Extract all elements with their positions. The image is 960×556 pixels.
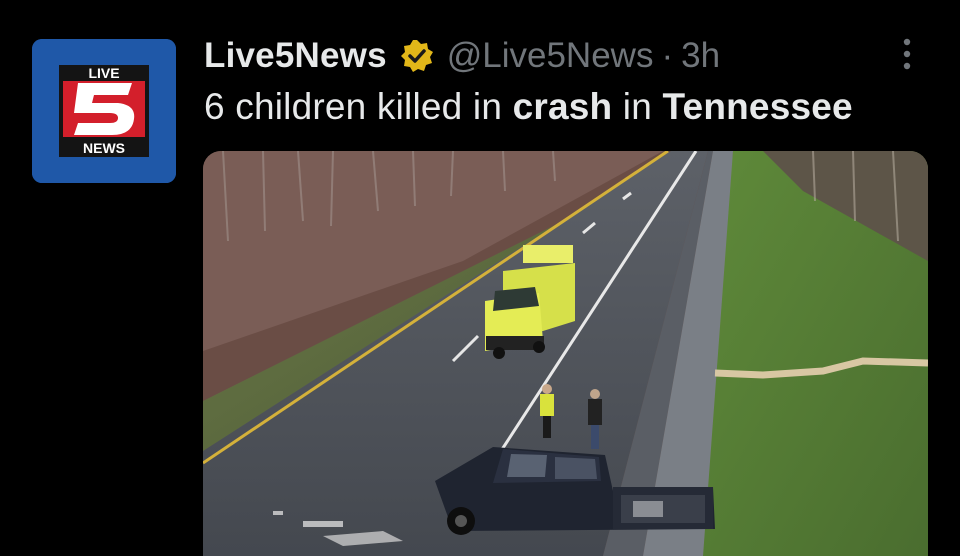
logo-five-glyph [74,83,135,135]
tweet-text-bold-crash: crash [512,86,613,127]
user-handle[interactable]: @Live5News [447,36,654,76]
tweet-text-part-3: in [612,86,663,127]
tweet-header: Live5News @Live5News · 3h [204,34,720,78]
avatar[interactable]: LIVE NEWS [32,39,176,183]
tweet-text: 6 children killed in crash in Tennessee [204,86,853,128]
verified-badge-icon[interactable] [399,38,435,74]
header-separator: · [661,36,674,75]
more-options-icon[interactable] [895,36,919,76]
timestamp[interactable]: 3h [681,36,720,76]
avatar-top-label: LIVE [88,65,119,81]
tweet[interactable]: LIVE NEWS Live5News @Live5News · 3h 6 ch… [0,0,960,556]
display-name[interactable]: Live5News [204,36,387,76]
tweet-media-photo[interactable] [203,151,928,556]
tweet-text-bold-location: Tennessee [662,86,853,127]
tweet-text-part-1: 6 children killed in [204,86,513,127]
avatar-bottom-label: NEWS [83,140,125,156]
